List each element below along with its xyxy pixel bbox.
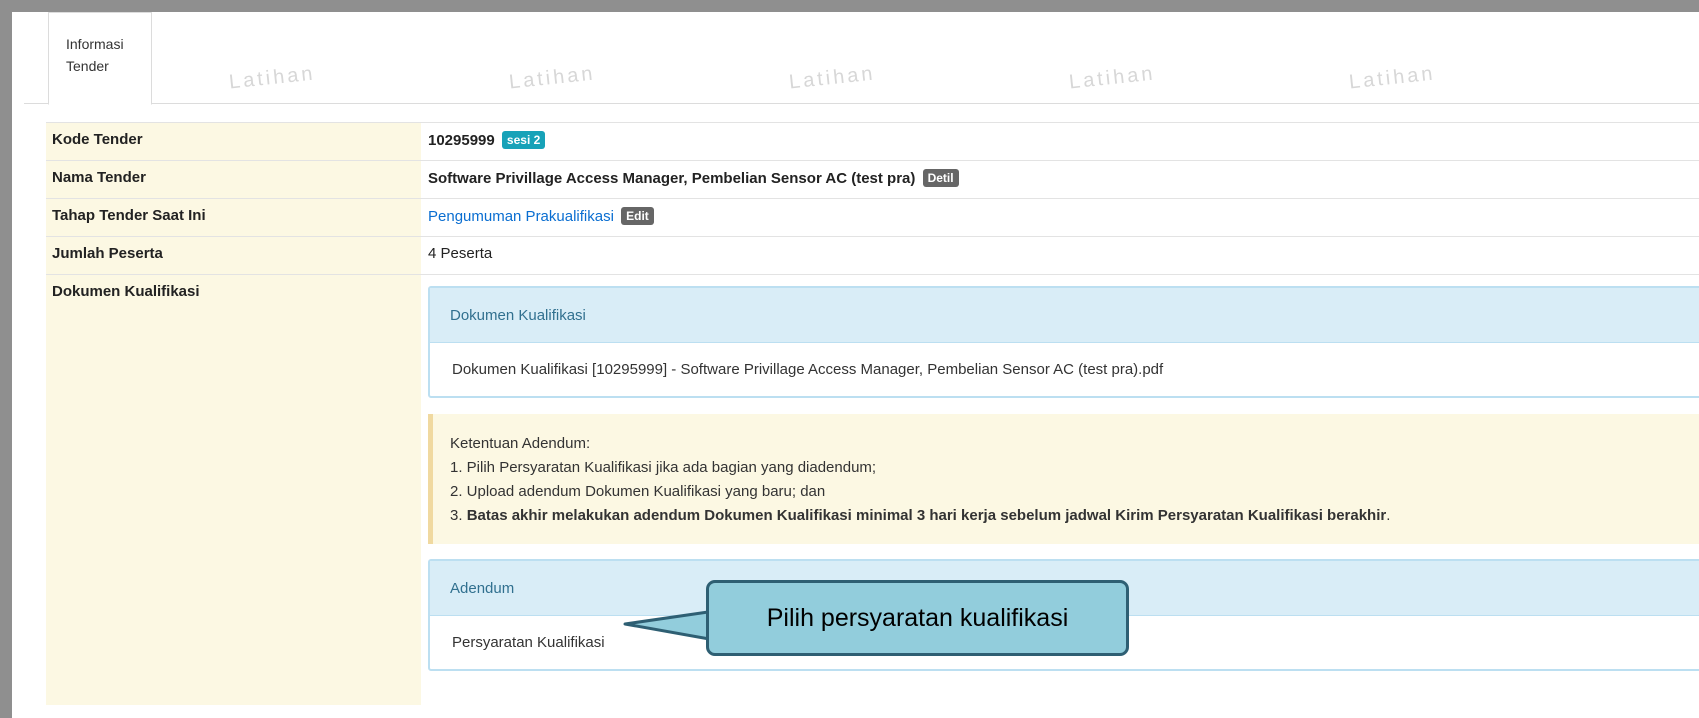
ketentuan-item-3-bold: Batas akhir melakukan adendum Dokumen Ku… [466, 507, 1387, 524]
detil-button[interactable]: Detil [922, 169, 959, 187]
nama-tender-text: Software Privillage Access Manager, Pemb… [428, 170, 916, 187]
dokumen-panel-heading: Dokumen Kualifikasi [430, 288, 1699, 342]
watermark-text: Latihan [1348, 62, 1437, 94]
tab-bar: Informasi Tender Latihan Latihan Latihan… [24, 12, 1699, 105]
dokumen-kualifikasi-panel: Dokumen Kualifikasi Dokumen Kualifikasi … [428, 286, 1699, 398]
sesi-badge: sesi 2 [501, 131, 546, 149]
jumlah-peserta-value: 4 Peserta [421, 236, 1699, 275]
nama-tender-value: Software Privillage Access Manager, Pemb… [421, 160, 1699, 199]
watermark-text: Latihan [508, 62, 597, 94]
tahap-tender-label: Tahap Tender Saat Ini [46, 198, 421, 237]
ketentuan-adendum-note: Ketentuan Adendum: 1. Pilih Persyaratan … [428, 414, 1699, 544]
ketentuan-item-3-prefix: 3. [450, 507, 467, 524]
tahap-tender-link[interactable]: Pengumuman Prakualifikasi [428, 208, 614, 225]
kode-tender-number: 10295999 [428, 132, 495, 149]
instruction-callout: Pilih persyaratan kualifikasi [706, 580, 1129, 656]
table-row: Tahap Tender Saat Ini Pengumuman Prakual… [46, 198, 1699, 237]
watermark-text: Latihan [788, 62, 877, 94]
dokumen-kualifikasi-label: Dokumen Kualifikasi [46, 274, 421, 705]
table-row: Jumlah Peserta 4 Peserta [46, 236, 1699, 275]
nama-tender-label: Nama Tender [46, 160, 421, 199]
table-row: Kode Tender 10295999 sesi 2 [46, 122, 1699, 161]
tab-label-line1: Informasi [66, 36, 124, 52]
watermark-text: Latihan [228, 62, 317, 94]
edit-button[interactable]: Edit [621, 207, 654, 225]
watermark-text: Latihan [1068, 62, 1157, 94]
jumlah-peserta-label: Jumlah Peserta [46, 236, 421, 275]
ketentuan-item-3-suffix: . [1386, 507, 1391, 524]
kode-tender-label: Kode Tender [46, 122, 421, 161]
callout-pointer [623, 610, 717, 642]
kode-tender-value: 10295999 sesi 2 [421, 122, 1699, 161]
ketentuan-item-3: 3. Batas akhir melakukan adendum Dokumen… [450, 504, 1687, 528]
tahap-tender-value: Pengumuman Prakualifikasi Edit [421, 198, 1699, 237]
ketentuan-item-1: 1. Pilih Persyaratan Kualifikasi jika ad… [450, 459, 877, 476]
tab-informasi-tender[interactable]: Informasi Tender [48, 12, 152, 105]
ketentuan-title: Ketentuan Adendum: [450, 435, 591, 452]
dokumen-file-item[interactable]: Dokumen Kualifikasi [10295999] - Softwar… [430, 342, 1699, 396]
tab-label-line2: Tender [66, 58, 109, 74]
table-row: Nama Tender Software Privillage Access M… [46, 160, 1699, 199]
ketentuan-item-2: 2. Upload adendum Dokumen Kualifikasi ya… [450, 483, 826, 500]
